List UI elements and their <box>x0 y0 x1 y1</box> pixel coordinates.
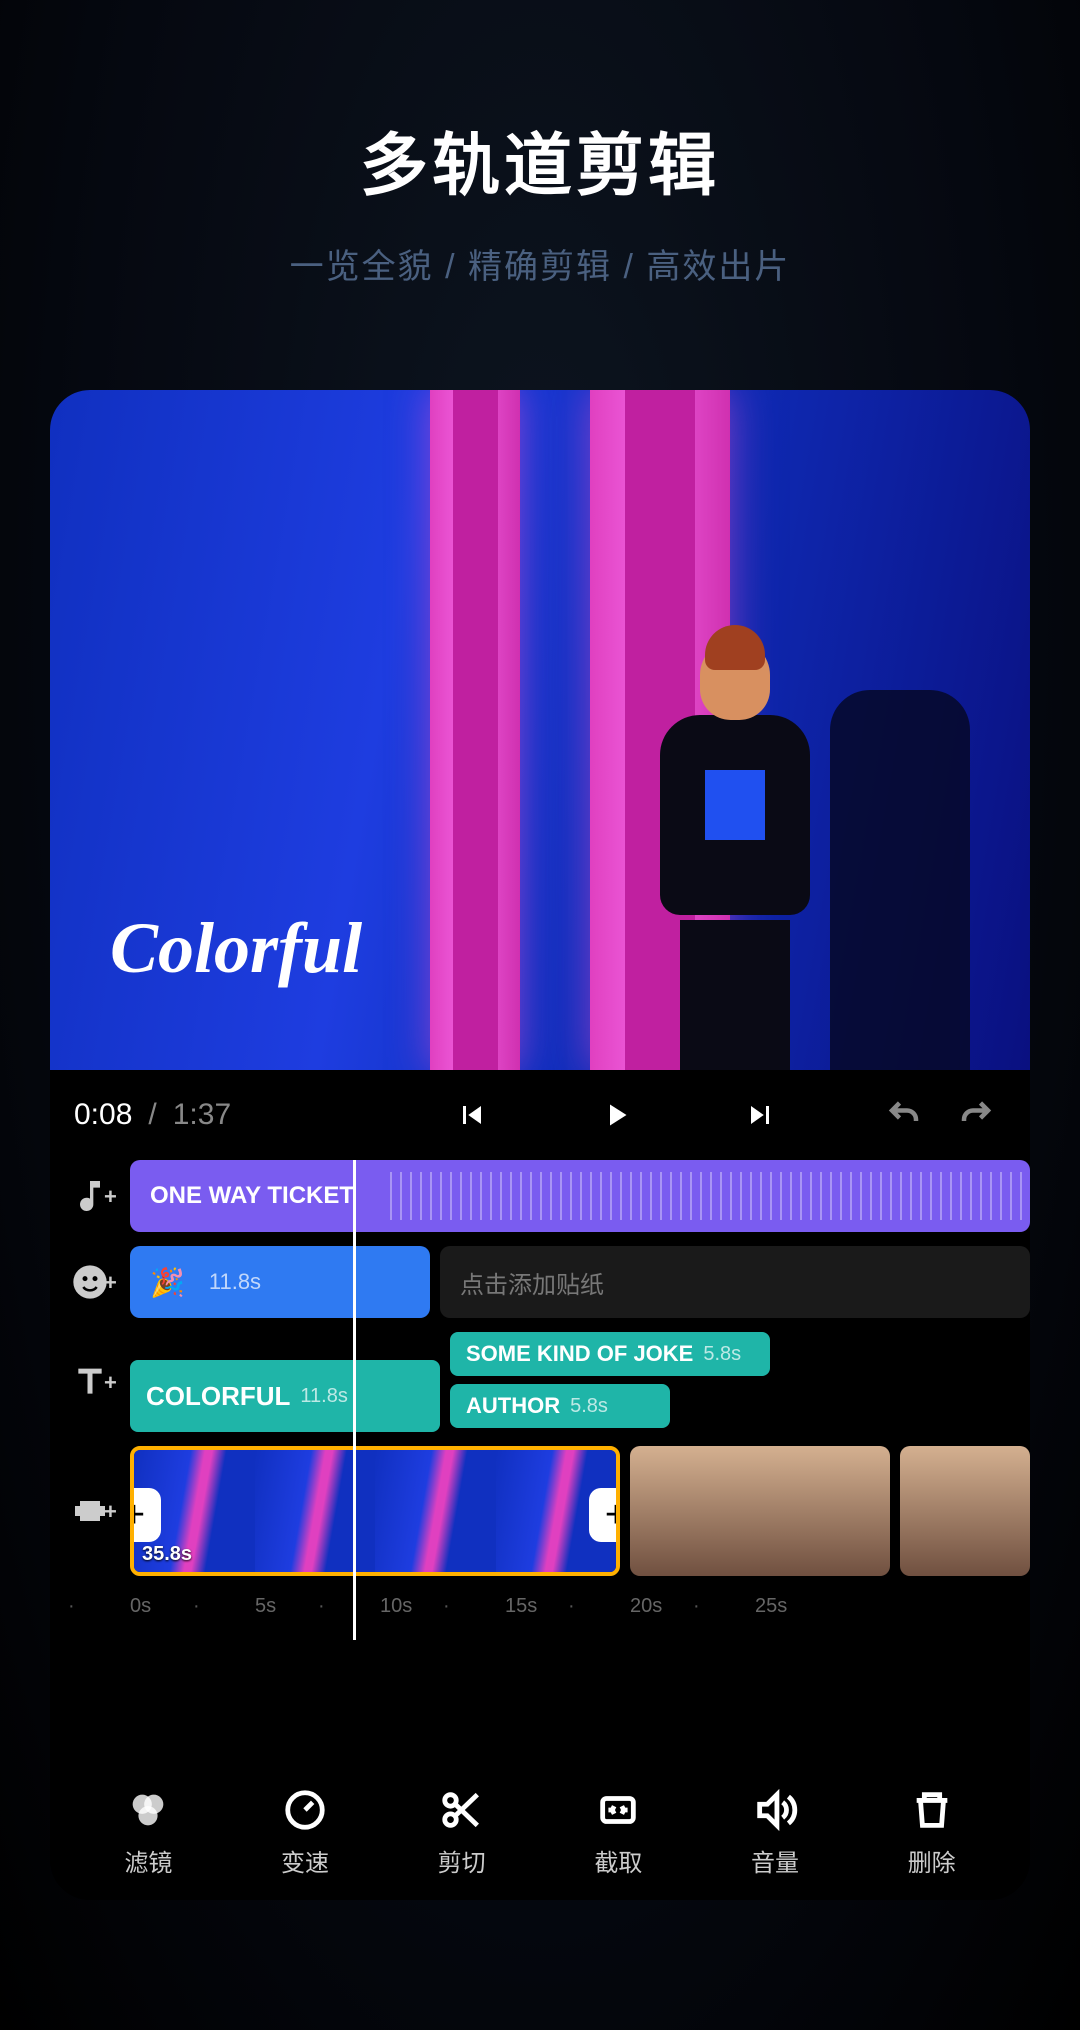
video-clip[interactable] <box>900 1446 1030 1576</box>
skip-next-icon <box>742 1097 778 1133</box>
tool-label: 截取 <box>594 1843 642 1878</box>
undo-button[interactable] <box>874 1085 934 1145</box>
volume-tool[interactable]: 音量 <box>697 1765 854 1900</box>
text-track: + COLORFUL 11.8s SOME KIND OF JOKE 5.8s … <box>50 1332 1030 1432</box>
preview-decor <box>430 390 520 1070</box>
video-clip-duration: 35.8s <box>142 1543 192 1566</box>
video-preview[interactable]: Colorful <box>50 390 1030 1070</box>
volume-icon <box>752 1787 798 1833</box>
tool-label: 删除 <box>908 1843 956 1878</box>
trash-icon <box>909 1787 955 1833</box>
tool-label: 音量 <box>751 1843 799 1878</box>
text-clip-sub1[interactable]: SOME KIND OF JOKE 5.8s <box>450 1332 770 1376</box>
video-clip[interactable] <box>630 1446 890 1576</box>
preview-decor <box>830 690 970 1070</box>
sticker-hint[interactable]: 点击添加贴纸 <box>440 1246 1030 1318</box>
text-clip-label: SOME KIND OF JOKE <box>466 1341 693 1367</box>
app-subtitle: 一览全貌 / 精确剪辑 / 高效出片 <box>0 239 1080 288</box>
editor-frame: Colorful 0:08 / 1:37 + <box>50 390 1030 1900</box>
text-clip-label: COLORFUL <box>146 1381 290 1412</box>
clip-handle-right[interactable]: + <box>589 1488 620 1542</box>
app-title: 多轨道剪辑 <box>0 110 1080 209</box>
video-clip-selected[interactable]: + + 35.8s <box>130 1446 620 1576</box>
add-text-button[interactable]: + <box>50 1362 130 1402</box>
play-icon <box>598 1097 634 1133</box>
text-clip-sub2[interactable]: AUTHOR 5.8s <box>450 1384 670 1428</box>
text-clip-duration: 5.8s <box>703 1343 741 1366</box>
cut-tool[interactable]: 剪切 <box>383 1765 540 1900</box>
sticker-clip[interactable]: 🎉 11.8s <box>130 1246 430 1318</box>
clip-handle-left[interactable]: + <box>130 1488 161 1542</box>
tool-label: 滤镜 <box>124 1843 172 1878</box>
prev-button[interactable] <box>442 1085 502 1145</box>
crop-tool[interactable]: 截取 <box>540 1765 697 1900</box>
filter-icon <box>125 1787 171 1833</box>
scissors-icon <box>439 1787 485 1833</box>
total-time: 1:37 <box>173 1098 231 1132</box>
add-music-button[interactable]: + <box>50 1176 130 1216</box>
text-clip-duration: 11.8s <box>300 1385 347 1408</box>
skip-previous-icon <box>454 1097 490 1133</box>
plus-icon: + <box>104 1505 122 1523</box>
text-clip-main[interactable]: COLORFUL 11.8s <box>130 1360 440 1432</box>
music-clip[interactable]: ONE WAY TICKET <box>130 1160 1030 1232</box>
bottom-toolbar: 滤镜 变速 剪切 截取 音量 删除 <box>50 1765 1030 1900</box>
preview-overlay-text: Colorful <box>110 907 362 990</box>
plus-icon: + <box>104 1276 122 1294</box>
current-time: 0:08 <box>74 1098 132 1132</box>
text-clip-duration: 5.8s <box>570 1395 608 1418</box>
plus-icon: + <box>104 1190 122 1208</box>
timeline-tracks: + ONE WAY TICKET + 🎉 11.8s 点击添加贴纸 <box>50 1160 1030 1626</box>
music-track: + ONE WAY TICKET <box>50 1160 1030 1232</box>
sticker-track: + 🎉 11.8s 点击添加贴纸 <box>50 1246 1030 1318</box>
crop-icon <box>595 1787 641 1833</box>
playhead[interactable] <box>353 1160 356 1640</box>
transport-bar: 0:08 / 1:37 <box>50 1070 1030 1160</box>
tool-label: 剪切 <box>438 1843 486 1878</box>
sticker-duration: 11.8s <box>209 1269 261 1295</box>
music-clip-label: ONE WAY TICKET <box>150 1182 354 1210</box>
redo-icon <box>958 1097 994 1133</box>
time-separator: / <box>148 1098 156 1132</box>
redo-button[interactable] <box>946 1085 1006 1145</box>
tool-label: 变速 <box>281 1843 329 1878</box>
play-button[interactable] <box>586 1085 646 1145</box>
sticker-emoji: 🎉 <box>150 1266 185 1299</box>
next-button[interactable] <box>730 1085 790 1145</box>
add-sticker-button[interactable]: + <box>50 1262 130 1302</box>
plus-icon: + <box>104 1376 122 1394</box>
speed-tool[interactable]: 变速 <box>227 1765 384 1900</box>
undo-icon <box>886 1097 922 1133</box>
video-track: + + + 35.8s <box>50 1446 1030 1576</box>
delete-tool[interactable]: 删除 <box>853 1765 1010 1900</box>
ruler-tick: 25s <box>755 1595 880 1618</box>
text-clip-label: AUTHOR <box>466 1393 560 1419</box>
filter-tool[interactable]: 滤镜 <box>70 1765 227 1900</box>
add-video-button[interactable]: + <box>50 1491 130 1531</box>
time-ruler: 0s 5s 10s 15s 20s 25s <box>50 1586 1030 1626</box>
speed-icon <box>282 1787 328 1833</box>
preview-decor <box>640 640 830 1070</box>
